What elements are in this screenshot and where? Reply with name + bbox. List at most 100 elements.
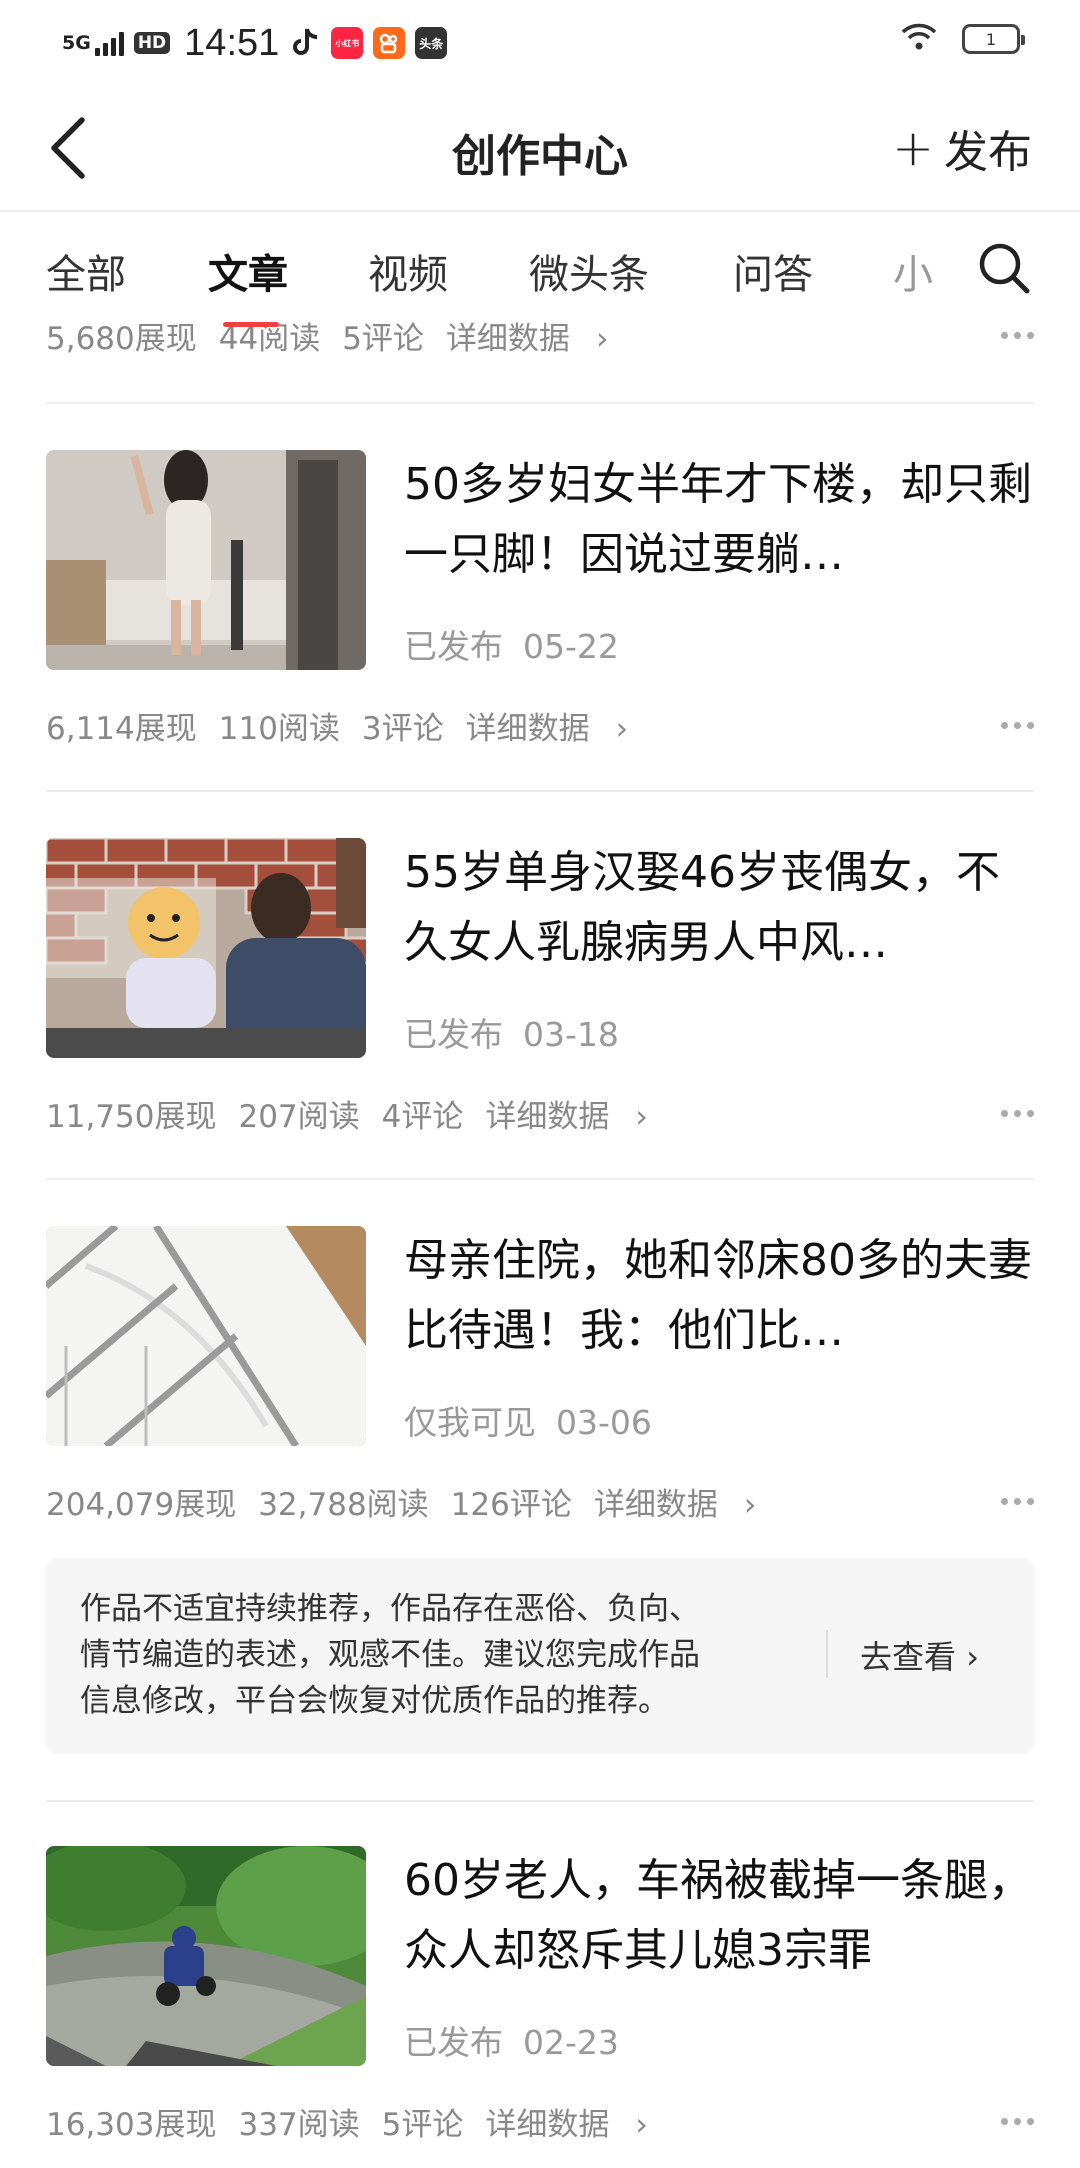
title-bar: 创作中心 + 发布: [0, 86, 1080, 210]
search-button[interactable]: [976, 240, 1032, 296]
article-thumbnail: [46, 1846, 366, 2066]
tab-all[interactable]: 全部: [46, 242, 126, 300]
chevron-right-icon: ›: [615, 710, 629, 747]
comments-count: 5评论: [381, 2106, 464, 2143]
article-list[interactable]: 5,680展现 44阅读 5评论 详细数据 › 50多岁妇女半年才下楼，却只剩一…: [0, 322, 1080, 2168]
kuaishou-icon: [373, 27, 406, 59]
publish-button[interactable]: + 发布: [892, 118, 1032, 178]
tab-more-partial[interactable]: 小: [893, 242, 933, 300]
stats-row: 11,750展现 207阅读 4评论 详细数据 ›: [46, 1088, 1034, 1138]
publish-label: 发布: [944, 127, 1032, 178]
reads-count: 110阅读: [218, 710, 340, 747]
divider: [46, 790, 1034, 792]
reads-count: 44阅读: [218, 322, 321, 357]
article-thumbnail: [46, 1226, 366, 1446]
chevron-right-icon: ›: [743, 1486, 757, 1523]
plus-icon: +: [892, 119, 934, 177]
comments-count: 4评论: [381, 1098, 464, 1135]
article-title[interactable]: 50多岁妇女半年才下楼，却只剩一只脚！因说过要躺…: [404, 450, 1034, 590]
douyin-icon: [289, 27, 321, 59]
tab-articles[interactable]: 文章: [208, 242, 288, 300]
tab-bar: 全部 文章 视频 微头条 问答 小: [0, 212, 1080, 322]
notice-line: 信息修改，平台会恢复对优质作品的推荐。: [80, 1683, 669, 1719]
search-icon: [979, 243, 1030, 294]
article-item[interactable]: 50多岁妇女半年才下楼，却只剩一只脚！因说过要躺… 已发布 05-22: [46, 450, 1034, 670]
notice-text: 作品不适宜持续推荐，作品存在恶俗、负向、 情节编造的表述，观感不佳。建议您完成作…: [80, 1586, 800, 1724]
divider: [46, 402, 1034, 404]
article-title[interactable]: 60岁老人，车祸被截掉一条腿，众人却怒斥其儿媳3宗罪: [404, 1846, 1034, 1986]
notice-line: 作品不适宜持续推荐，作品存在恶俗、负向、: [80, 1591, 700, 1627]
tab-videos[interactable]: 视频: [368, 242, 448, 300]
article-status-line: 已发布 02-23: [404, 2016, 639, 2064]
views-count: 5,680展现: [46, 322, 197, 357]
publish-status: 已发布: [404, 1015, 503, 1054]
detail-label: 详细数据: [485, 1098, 610, 1135]
article-status-line: 仅我可见 03-06: [404, 1396, 672, 1444]
reads-count: 32,788阅读: [258, 1486, 429, 1523]
article-status-line: 已发布 03-18: [404, 1008, 639, 1056]
reads-count: 337阅读: [238, 2106, 360, 2143]
article-thumbnail: [46, 838, 366, 1058]
article-title[interactable]: 母亲住院，她和邻床80多的夫妻比待遇！我：他们比…: [404, 1226, 1034, 1366]
views-count: 16,303展现: [46, 2106, 217, 2143]
stats-row: 204,079展现 32,788阅读 126评论 详细数据 ›: [46, 1476, 1034, 1526]
battery-icon: 1: [962, 24, 1025, 54]
chevron-right-icon: ›: [635, 1098, 648, 1135]
status-left: 5G HD 14:51 小红书 头条: [62, 18, 448, 68]
view-notice-button[interactable]: 去查看 ›: [860, 1632, 979, 1678]
stats-row: 16,303展现 337阅读 5评论 详细数据 ›: [46, 2096, 1034, 2146]
publish-date: 03-06: [556, 1403, 652, 1442]
detail-label: 详细数据: [445, 322, 570, 357]
detail-data-link[interactable]: 详细数据 ›: [466, 703, 650, 748]
clock: 14:51: [184, 21, 280, 64]
tab-qa[interactable]: 问答: [733, 242, 813, 300]
comments-count: 126评论: [450, 1486, 572, 1523]
detail-data-link[interactable]: 详细数据 ›: [594, 1479, 778, 1524]
publish-date: 05-22: [523, 627, 619, 666]
detail-label: 详细数据: [465, 710, 590, 747]
view-notice-label: 去查看: [860, 1638, 957, 1676]
divider: [46, 1800, 1034, 1802]
network-type: 5G: [62, 31, 91, 54]
detail-data-link[interactable]: 详细数据 ›: [446, 322, 630, 358]
publish-date: 03-18: [523, 1015, 619, 1054]
hd-badge: HD: [133, 31, 171, 55]
chevron-right-icon: ›: [635, 2106, 648, 2143]
views-count: 11,750展现: [46, 1098, 217, 1135]
xiaohongshu-icon: 小红书: [331, 27, 364, 59]
comments-count: 5评论: [342, 322, 424, 357]
detail-label: 详细数据: [485, 2106, 610, 2143]
tab-fade: [930, 212, 970, 322]
battery-level: 1: [985, 29, 997, 49]
more-icon[interactable]: [1001, 322, 1034, 360]
active-tab-indicator: [223, 322, 279, 327]
divider: [46, 1178, 1034, 1180]
article-item[interactable]: 60岁老人，车祸被截掉一条腿，众人却怒斥其儿媳3宗罪 已发布 02-23: [46, 1846, 1034, 2066]
views-count: 204,079展现: [46, 1486, 237, 1523]
chevron-right-icon: ›: [595, 322, 609, 357]
reads-count: 207阅读: [238, 1098, 360, 1135]
article-item[interactable]: 55岁单身汉娶46岁丧偶女，不久女人乳腺病男人中风… 已发布 03-18: [46, 838, 1034, 1058]
more-icon[interactable]: [1001, 1088, 1034, 1138]
article-item[interactable]: 母亲住院，她和邻床80多的夫妻比待遇！我：他们比… 仅我可见 03-06: [46, 1226, 1034, 1446]
moderation-notice: 作品不适宜持续推荐，作品存在恶俗、负向、 情节编造的表述，观感不佳。建议您完成作…: [46, 1558, 1034, 1754]
more-icon[interactable]: [1001, 700, 1034, 750]
detail-data-link[interactable]: 详细数据 ›: [485, 1091, 669, 1136]
stats-row-partial: 5,680展现 44阅读 5评论 详细数据 ›: [46, 322, 1034, 360]
tab-micro-headlines[interactable]: 微头条: [529, 242, 649, 300]
more-icon[interactable]: [1001, 1476, 1034, 1526]
comments-count: 3评论: [361, 710, 444, 747]
chevron-right-icon: ›: [966, 1638, 979, 1676]
publish-status: 仅我可见: [404, 1403, 536, 1442]
toutiao-icon: 头条: [415, 27, 448, 59]
article-title[interactable]: 55岁单身汉娶46岁丧偶女，不久女人乳腺病男人中风…: [404, 838, 1034, 978]
notice-line: 情节编造的表述，观感不佳。建议您完成作品: [80, 1637, 700, 1673]
signal-icon: [94, 30, 124, 56]
more-icon[interactable]: [1001, 2096, 1034, 2146]
wifi-icon: [900, 22, 938, 56]
detail-data-link[interactable]: 详细数据 ›: [485, 2099, 669, 2144]
detail-label: 详细数据: [593, 1486, 718, 1523]
publish-date: 02-23: [523, 2023, 619, 2062]
stats-row: 6,114展现 110阅读 3评论 详细数据 ›: [46, 700, 1034, 750]
notice-divider: [826, 1630, 828, 1678]
